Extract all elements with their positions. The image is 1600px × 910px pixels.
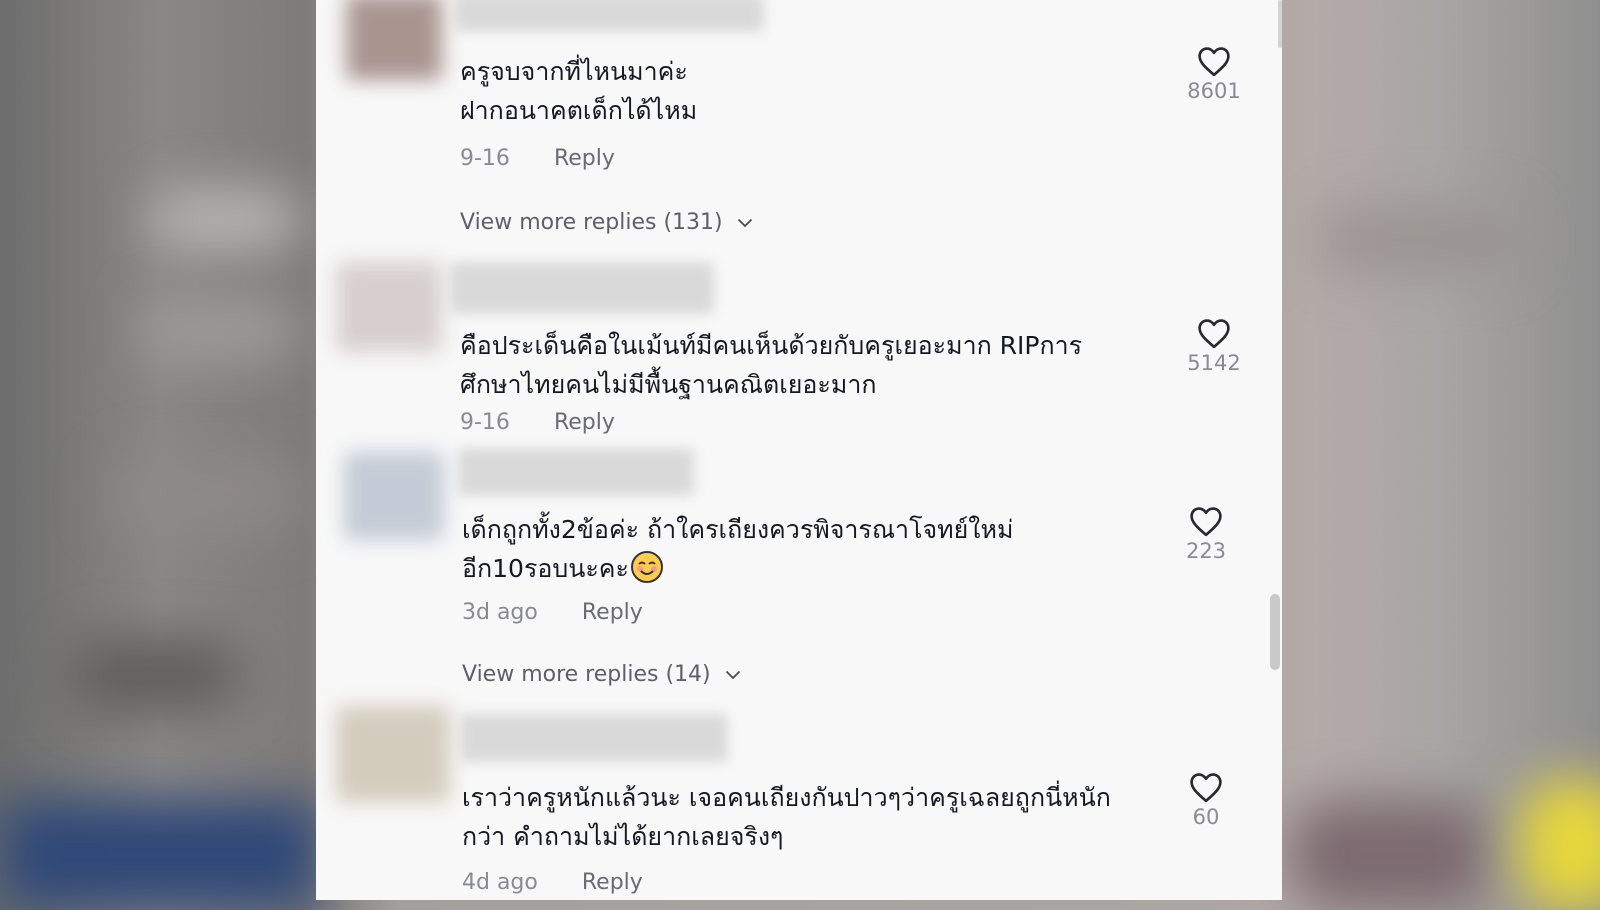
heart-outline-icon	[1190, 773, 1222, 803]
view-more-replies-button[interactable]: View more replies (131)	[460, 210, 753, 235]
comment-text: เราว่าครูหนักแล้วนะ เจอคนเถียงกันปาวๆว่า…	[462, 783, 1111, 851]
like-button[interactable]: 5142	[1179, 318, 1249, 375]
avatar[interactable]	[346, 0, 442, 80]
comment-date: 3d ago	[462, 600, 538, 625]
comment-date: 4d ago	[462, 870, 538, 895]
view-more-replies-label: View more replies (131)	[460, 210, 723, 235]
background-blur	[70, 640, 240, 710]
avatar[interactable]	[344, 452, 444, 540]
heart-outline-icon	[1198, 319, 1230, 349]
background-blur	[1520, 780, 1600, 910]
reply-button[interactable]: Reply	[582, 600, 643, 625]
username-blurred[interactable]	[454, 0, 764, 32]
comment-text: ครูจบจากที่ไหนมาค่ะ ฝากอนาคตเด็กได้ไหม	[460, 57, 698, 125]
comment-text: เด็กถูกทั้ง2ข้อค่ะ ถ้าใครเถียงควรพิจารณา…	[462, 510, 1013, 588]
comment-text: คือประเด็นคือในเม้นท์มีคนเห็นด้วยกับครูเ…	[460, 331, 1083, 399]
username-blurred[interactable]	[458, 448, 694, 496]
background-blur	[1320, 210, 1520, 270]
like-count: 223	[1185, 539, 1227, 563]
username-blurred[interactable]	[460, 714, 728, 762]
chevron-down-icon	[737, 218, 752, 227]
avatar[interactable]	[336, 262, 442, 352]
like-button[interactable]: 8601	[1179, 46, 1249, 103]
smiling-face-emoji	[630, 551, 663, 583]
background-blur	[140, 300, 300, 360]
like-count: 8601	[1187, 79, 1241, 103]
comment-text-content: เด็กถูกทั้ง2ข้อค่ะ ถ้าใครเถียงควรพิจารณา…	[462, 515, 1014, 583]
scrollbar-thumb[interactable]	[1270, 594, 1280, 670]
comment-meta: 9-16 Reply	[460, 410, 615, 435]
reply-button[interactable]: Reply	[554, 146, 615, 171]
like-count: 60	[1192, 805, 1220, 829]
avatar[interactable]	[336, 706, 450, 802]
reply-button[interactable]: Reply	[554, 410, 615, 435]
background-blur	[0, 800, 320, 910]
comment-meta: 3d ago Reply	[462, 600, 643, 625]
username-blurred[interactable]	[450, 262, 714, 314]
comment-date: 9-16	[460, 410, 510, 435]
comments-panel: ครูจบจากที่ไหนมาค่ะ ฝากอนาคตเด็กได้ไหม 9…	[316, 0, 1282, 900]
view-more-replies-button[interactable]: View more replies (14)	[462, 662, 741, 687]
background-blur	[1290, 800, 1490, 910]
like-button[interactable]: 223	[1171, 506, 1241, 563]
chevron-down-icon	[725, 670, 740, 679]
background-blur	[150, 190, 300, 250]
comment-meta: 4d ago Reply	[462, 870, 643, 895]
background-blur	[110, 460, 300, 530]
like-count: 5142	[1187, 351, 1241, 375]
like-button[interactable]: 60	[1171, 772, 1241, 829]
comment-date: 9-16	[460, 146, 510, 171]
heart-outline-icon	[1190, 507, 1222, 537]
heart-outline-icon	[1198, 47, 1230, 77]
comment-meta: 9-16 Reply	[460, 146, 615, 171]
view-more-replies-label: View more replies (14)	[462, 662, 711, 687]
scrollbar-track-top	[1278, 0, 1282, 48]
reply-button[interactable]: Reply	[582, 870, 643, 895]
